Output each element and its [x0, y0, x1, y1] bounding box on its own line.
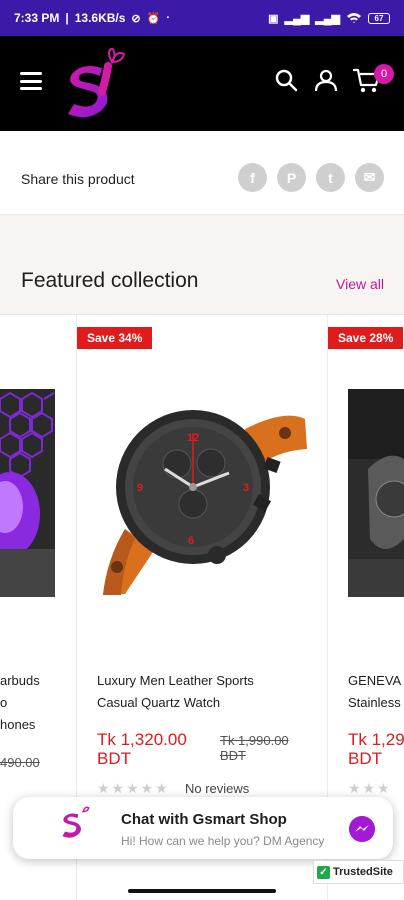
messenger-icon[interactable]	[349, 816, 375, 842]
share-section: Share this product f P t ✉	[0, 131, 404, 215]
home-indicator[interactable]	[128, 889, 276, 893]
trusted-site-badge[interactable]: ✓ TrustedSite	[313, 860, 404, 884]
signal-icon: ▂▄▆	[284, 12, 310, 25]
wifi-icon	[347, 13, 361, 23]
product-title[interactable]: arbuds o hones	[0, 670, 60, 736]
reviews-count: No reviews	[185, 781, 250, 796]
email-icon[interactable]: ✉	[355, 163, 384, 192]
facebook-icon[interactable]: f	[238, 163, 267, 192]
compare-at-price: Tk 1,990.00 BDT	[220, 733, 289, 763]
section-title: Featured collection	[21, 269, 199, 292]
chat-title: Chat with Gsmart Shop	[121, 811, 287, 828]
svg-text:9: 9	[137, 482, 143, 494]
chat-widget[interactable]: Chat with Gsmart Shop Hi! How can we hel…	[13, 797, 393, 859]
check-icon: ✓	[317, 865, 330, 879]
view-all-link[interactable]: View all	[336, 276, 384, 292]
save-badge: Save 34%	[77, 327, 153, 349]
share-icons: f P t ✉	[238, 163, 384, 192]
account-icon[interactable]	[314, 68, 338, 92]
product-image[interactable]	[348, 389, 404, 597]
featured-collection-header: Featured collection View all	[0, 215, 404, 315]
battery-icon: 67	[368, 12, 390, 24]
gsmart-chat-avatar	[62, 806, 90, 838]
pinterest-icon[interactable]: P	[277, 163, 306, 192]
status-bar: 7:33 PM | 13.6KB/s ⊘ ⏰ · ▣ ▂▄▆ ▂▄▆ 67	[0, 0, 404, 36]
battery-level: 67	[374, 13, 384, 23]
product-title[interactable]: Luxury Men Leather Sports Casual Quartz …	[97, 670, 319, 714]
search-icon[interactable]	[274, 68, 298, 92]
sale-price: Tk 1,29 BDT	[348, 730, 404, 768]
svg-text:6: 6	[188, 535, 194, 547]
product-image[interactable]	[0, 389, 55, 597]
signal-icon-2: ▂▄▆	[315, 12, 340, 25]
chat-subtitle: Hi! How can we help you? DM Agency	[121, 834, 325, 848]
network-speed: 13.6KB/s	[74, 11, 126, 25]
sale-price: Tk 1,320.00 BDT	[97, 730, 187, 768]
share-label: Share this product	[21, 171, 135, 187]
site-header: 0	[0, 36, 404, 131]
dot-icon: ·	[166, 12, 171, 24]
rating-stars: ★★★★★	[97, 780, 170, 796]
alarm-icon: ⏰	[146, 12, 161, 25]
product-image[interactable]: 12 3 6 9	[95, 389, 310, 599]
svg-text:3: 3	[243, 482, 249, 494]
mute-icon: ⊘	[131, 12, 141, 25]
save-badge: Save 28%	[328, 327, 404, 349]
sim-icon: ▣	[268, 12, 279, 25]
gsmart-logo[interactable]	[62, 48, 132, 120]
compare-at-price: 490.00	[0, 755, 40, 770]
status-time: 7:33 PM	[14, 11, 60, 25]
cart-count-badge: 0	[374, 64, 394, 84]
product-title[interactable]: GENEVA Stainless	[348, 670, 404, 714]
twitter-icon[interactable]: t	[316, 163, 345, 192]
rating-stars: ★★★	[348, 780, 392, 796]
menu-icon[interactable]	[20, 72, 42, 90]
